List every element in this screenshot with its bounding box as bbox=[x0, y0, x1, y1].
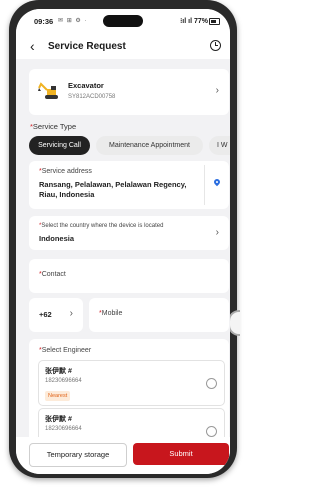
service-address-field[interactable]: *Service address Ransang, Pelalawan, Pel… bbox=[29, 161, 229, 209]
engineer-name: 张伊默 # bbox=[45, 416, 72, 423]
mobile-field[interactable]: *Mobile bbox=[89, 298, 229, 332]
chevron-right-icon: › bbox=[215, 85, 219, 96]
device-name: Excavator bbox=[68, 81, 104, 90]
engineer-radio[interactable] bbox=[206, 426, 217, 437]
status-bar: 09:36 ✉ ⊞ ⚙ · ⁝ıl ıl 77% bbox=[16, 9, 230, 35]
divider bbox=[204, 165, 205, 205]
country-code: +62 bbox=[39, 310, 52, 319]
submit-button[interactable]: Submit bbox=[133, 443, 229, 465]
contact-field[interactable]: *Contact bbox=[29, 259, 229, 293]
service-address-value: Ransang, Pelalawan, Pelalawan Regency, R… bbox=[39, 180, 187, 199]
history-clock-icon[interactable] bbox=[210, 40, 221, 51]
engineer-option[interactable]: 张伊默 # 18230696664 Nearest bbox=[38, 360, 225, 406]
signal-icon: ⁝ıl ıl bbox=[180, 18, 193, 25]
device-code: SY812ACD00758 bbox=[68, 94, 116, 100]
tab-servicing-call[interactable]: Servicing Call bbox=[29, 136, 90, 155]
engineer-phone: 18230696664 bbox=[45, 378, 82, 384]
notification-icons: ✉ ⊞ ⚙ · bbox=[58, 18, 88, 24]
battery-icon bbox=[209, 17, 220, 25]
service-address-label: *Service address bbox=[39, 168, 92, 175]
chevron-right-icon: › bbox=[215, 227, 219, 238]
device-card[interactable]: Excavator SY812ACD00758 › bbox=[29, 69, 229, 115]
status-time: 09:36 bbox=[34, 17, 54, 26]
status-right: ⁝ıl ıl 77% bbox=[180, 17, 220, 25]
nearest-badge: Nearest bbox=[45, 391, 71, 401]
tab-maintenance-appointment[interactable]: Maintenance Appointment bbox=[96, 136, 203, 155]
select-engineer-label: *Select Engineer bbox=[39, 347, 92, 354]
contact-label: *Contact bbox=[39, 271, 66, 278]
bottom-action-bar: Temporary storage Submit bbox=[16, 437, 230, 474]
country-select[interactable]: *Select the country where the device is … bbox=[29, 216, 229, 250]
country-value: Indonesia bbox=[39, 234, 75, 243]
engineer-phone: 18230696664 bbox=[45, 426, 82, 432]
top-navigation: ‹ Service Request bbox=[16, 35, 230, 59]
service-type-label: *Service Type bbox=[30, 122, 77, 131]
country-code-select[interactable]: +62 › bbox=[29, 298, 83, 332]
country-label: *Select the country where the device is … bbox=[39, 223, 164, 229]
app-screen: 09:36 ✉ ⊞ ⚙ · ⁝ıl ıl 77% ‹ Service Reque… bbox=[16, 9, 230, 474]
tab-more[interactable]: I W bbox=[209, 136, 230, 155]
excavator-icon bbox=[38, 82, 58, 99]
chevron-right-icon: › bbox=[69, 308, 73, 319]
page-title: Service Request bbox=[48, 41, 126, 52]
mobile-label: *Mobile bbox=[99, 310, 123, 317]
temporary-storage-button[interactable]: Temporary storage bbox=[29, 443, 127, 467]
location-pin-icon[interactable] bbox=[212, 177, 222, 187]
back-icon[interactable]: ‹ bbox=[30, 38, 35, 54]
engineer-radio[interactable] bbox=[206, 378, 217, 389]
camera-notch bbox=[103, 15, 143, 27]
engineer-name: 张伊默 # bbox=[45, 368, 72, 375]
battery-level: 77% bbox=[193, 18, 208, 25]
